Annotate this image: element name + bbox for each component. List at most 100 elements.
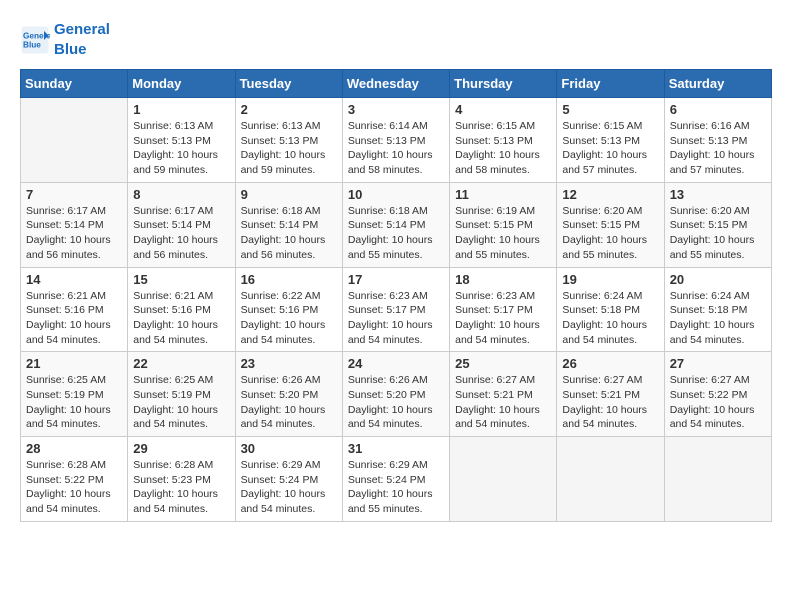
day-number: 30 [241, 441, 337, 456]
day-info: Sunrise: 6:23 AMSunset: 5:17 PMDaylight:… [455, 289, 551, 348]
svg-text:Blue: Blue [23, 40, 41, 49]
weekday-header-friday: Friday [557, 70, 664, 98]
calendar-table: SundayMondayTuesdayWednesdayThursdayFrid… [20, 69, 772, 522]
calendar-cell: 25 Sunrise: 6:27 AMSunset: 5:21 PMDayligh… [450, 352, 557, 437]
day-info: Sunrise: 6:25 AMSunset: 5:19 PMDaylight:… [26, 373, 122, 432]
logo-icon: General Blue [20, 25, 50, 55]
calendar-week-2: 7Sunrise: 6:17 AMSunset: 5:14 PMDaylight… [21, 182, 772, 267]
calendar-cell: 24 Sunrise: 6:26 AMSunset: 5:20 PMDayligh… [342, 352, 449, 437]
day-info: Sunrise: 6:21 AMSunset: 5:16 PMDaylight:… [133, 289, 229, 348]
day-number: 17 [348, 272, 444, 287]
calendar-cell: 22 Sunrise: 6:25 AMSunset: 5:19 PMDayligh… [128, 352, 235, 437]
day-info: Sunrise: 6:28 AMSunset: 5:23 PMDaylight:… [133, 458, 229, 517]
day-info: Sunrise: 6:24 AMSunset: 5:18 PMDaylight:… [670, 289, 766, 348]
weekday-header-tuesday: Tuesday [235, 70, 342, 98]
calendar-cell: 11Sunrise: 6:19 AMSunset: 5:15 PMDayligh… [450, 182, 557, 267]
calendar-cell: 1Sunrise: 6:13 AMSunset: 5:13 PMDaylight… [128, 98, 235, 183]
day-number: 29 [133, 441, 229, 456]
day-info: Sunrise: 6:20 AMSunset: 5:15 PMDaylight:… [562, 204, 658, 263]
calendar-cell: 28 Sunrise: 6:28 AMSunset: 5:22 PMDayligh… [21, 437, 128, 522]
day-number: 24 [348, 356, 444, 371]
calendar-cell: 20 Sunrise: 6:24 AMSunset: 5:18 PMDayligh… [664, 267, 771, 352]
calendar-cell: 3 Sunrise: 6:14 AMSunset: 5:13 PMDaylight… [342, 98, 449, 183]
day-info: Sunrise: 6:13 AMSunset: 5:13 PMDaylight:… [133, 119, 229, 178]
day-info: Sunrise: 6:26 AMSunset: 5:20 PMDaylight:… [348, 373, 444, 432]
calendar-week-3: 14 Sunrise: 6:21 AMSunset: 5:16 PMDayligh… [21, 267, 772, 352]
day-info: Sunrise: 6:16 AMSunset: 5:13 PMDaylight:… [670, 119, 766, 178]
calendar-cell: 27 Sunrise: 6:27 AMSunset: 5:22 PMDayligh… [664, 352, 771, 437]
weekday-header-thursday: Thursday [450, 70, 557, 98]
day-info: Sunrise: 6:22 AMSunset: 5:16 PMDaylight:… [241, 289, 337, 348]
day-info: Sunrise: 6:19 AMSunset: 5:15 PMDaylight:… [455, 204, 551, 263]
weekday-header-wednesday: Wednesday [342, 70, 449, 98]
weekday-header-sunday: Sunday [21, 70, 128, 98]
day-number: 9 [241, 187, 337, 202]
calendar-week-1: 1Sunrise: 6:13 AMSunset: 5:13 PMDaylight… [21, 98, 772, 183]
calendar-cell [21, 98, 128, 183]
calendar-cell: 17 Sunrise: 6:23 AMSunset: 5:17 PMDayligh… [342, 267, 449, 352]
calendar-cell: 5 Sunrise: 6:15 AMSunset: 5:13 PMDaylight… [557, 98, 664, 183]
day-number: 31 [348, 441, 444, 456]
calendar-cell: 6 Sunrise: 6:16 AMSunset: 5:13 PMDaylight… [664, 98, 771, 183]
calendar-cell: 23 Sunrise: 6:26 AMSunset: 5:20 PMDayligh… [235, 352, 342, 437]
calendar-cell: 19 Sunrise: 6:24 AMSunset: 5:18 PMDayligh… [557, 267, 664, 352]
calendar-week-5: 28 Sunrise: 6:28 AMSunset: 5:22 PMDayligh… [21, 437, 772, 522]
day-info: Sunrise: 6:29 AMSunset: 5:24 PMDaylight:… [241, 458, 337, 517]
day-number: 3 [348, 102, 444, 117]
day-number: 2 [241, 102, 337, 117]
calendar-cell [664, 437, 771, 522]
day-number: 16 [241, 272, 337, 287]
day-number: 19 [562, 272, 658, 287]
logo-text: General [54, 20, 110, 40]
calendar-week-4: 21 Sunrise: 6:25 AMSunset: 5:19 PMDayligh… [21, 352, 772, 437]
day-info: Sunrise: 6:15 AMSunset: 5:13 PMDaylight:… [455, 119, 551, 178]
calendar-cell: 31Sunrise: 6:29 AMSunset: 5:24 PMDayligh… [342, 437, 449, 522]
day-number: 18 [455, 272, 551, 287]
day-info: Sunrise: 6:26 AMSunset: 5:20 PMDaylight:… [241, 373, 337, 432]
weekday-header-monday: Monday [128, 70, 235, 98]
day-number: 27 [670, 356, 766, 371]
day-info: Sunrise: 6:24 AMSunset: 5:18 PMDaylight:… [562, 289, 658, 348]
day-number: 21 [26, 356, 122, 371]
calendar-cell: 29 Sunrise: 6:28 AMSunset: 5:23 PMDayligh… [128, 437, 235, 522]
day-number: 28 [26, 441, 122, 456]
day-number: 20 [670, 272, 766, 287]
day-info: Sunrise: 6:21 AMSunset: 5:16 PMDaylight:… [26, 289, 122, 348]
day-number: 26 [562, 356, 658, 371]
calendar-body: 1Sunrise: 6:13 AMSunset: 5:13 PMDaylight… [21, 98, 772, 522]
day-number: 15 [133, 272, 229, 287]
day-number: 23 [241, 356, 337, 371]
calendar-header-row: SundayMondayTuesdayWednesdayThursdayFrid… [21, 70, 772, 98]
calendar-cell [557, 437, 664, 522]
day-info: Sunrise: 6:14 AMSunset: 5:13 PMDaylight:… [348, 119, 444, 178]
day-info: Sunrise: 6:20 AMSunset: 5:15 PMDaylight:… [670, 204, 766, 263]
calendar-cell: 16 Sunrise: 6:22 AMSunset: 5:16 PMDayligh… [235, 267, 342, 352]
day-number: 25 [455, 356, 551, 371]
day-info: Sunrise: 6:25 AMSunset: 5:19 PMDaylight:… [133, 373, 229, 432]
day-number: 14 [26, 272, 122, 287]
page-header: General Blue General Blue [20, 20, 772, 59]
calendar-cell: 21 Sunrise: 6:25 AMSunset: 5:19 PMDayligh… [21, 352, 128, 437]
day-number: 6 [670, 102, 766, 117]
day-info: Sunrise: 6:27 AMSunset: 5:22 PMDaylight:… [670, 373, 766, 432]
day-number: 22 [133, 356, 229, 371]
weekday-header-saturday: Saturday [664, 70, 771, 98]
day-info: Sunrise: 6:17 AMSunset: 5:14 PMDaylight:… [133, 204, 229, 263]
day-info: Sunrise: 6:17 AMSunset: 5:14 PMDaylight:… [26, 204, 122, 263]
day-number: 10 [348, 187, 444, 202]
day-info: Sunrise: 6:27 AMSunset: 5:21 PMDaylight:… [455, 373, 551, 432]
day-number: 13 [670, 187, 766, 202]
calendar-cell: 4Sunrise: 6:15 AMSunset: 5:13 PMDaylight… [450, 98, 557, 183]
calendar-cell: 15 Sunrise: 6:21 AMSunset: 5:16 PMDayligh… [128, 267, 235, 352]
calendar-cell: 12 Sunrise: 6:20 AMSunset: 5:15 PMDayligh… [557, 182, 664, 267]
calendar-cell: 10Sunrise: 6:18 AMSunset: 5:14 PMDayligh… [342, 182, 449, 267]
day-info: Sunrise: 6:15 AMSunset: 5:13 PMDaylight:… [562, 119, 658, 178]
calendar-cell: 2 Sunrise: 6:13 AMSunset: 5:13 PMDaylight… [235, 98, 342, 183]
day-number: 5 [562, 102, 658, 117]
day-number: 12 [562, 187, 658, 202]
calendar-cell: 9Sunrise: 6:18 AMSunset: 5:14 PMDaylight… [235, 182, 342, 267]
day-info: Sunrise: 6:28 AMSunset: 5:22 PMDaylight:… [26, 458, 122, 517]
day-info: Sunrise: 6:23 AMSunset: 5:17 PMDaylight:… [348, 289, 444, 348]
day-info: Sunrise: 6:13 AMSunset: 5:13 PMDaylight:… [241, 119, 337, 178]
calendar-cell [450, 437, 557, 522]
